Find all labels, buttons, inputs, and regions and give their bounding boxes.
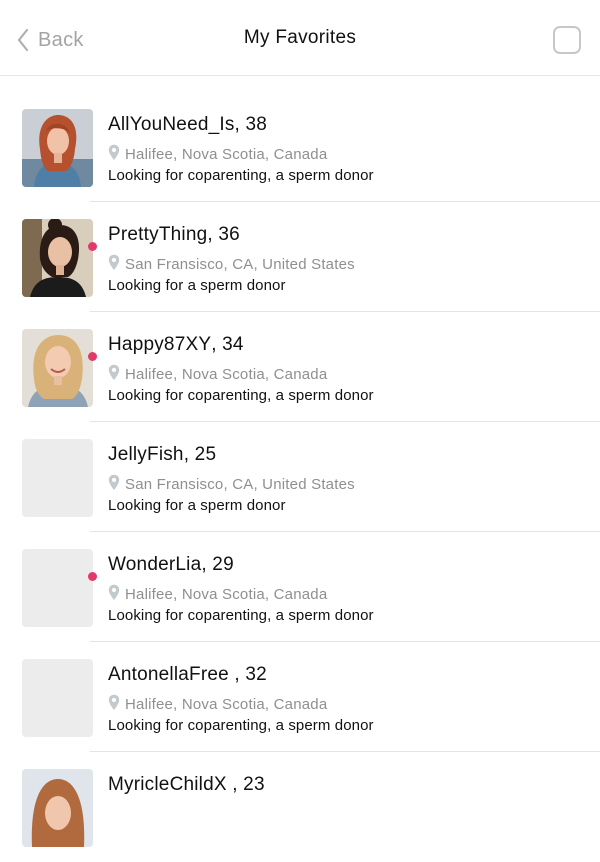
avatar-placeholder [22,659,93,737]
name-age-line: WonderLia, 29 [108,554,234,576]
name-age-line: AntonellaFree , 32 [108,664,267,686]
online-status-dot [88,352,97,361]
location-text: Halifee, Nova Scotia, Canada [125,365,328,383]
favorite-list-item[interactable]: PrettyThing, 36 San Fransisco, CA, United… [0,202,600,312]
location-line: San Fransisco, CA, United States [108,474,355,494]
map-pin-icon [108,584,125,605]
map-pin-icon [108,254,125,275]
age: , 25 [183,444,217,465]
looking-for-text: Looking for coparenting, a sperm donor [108,717,374,734]
username: PrettyThing [108,224,208,245]
looking-for-text: Looking for coparenting, a sperm donor [108,387,374,404]
avatar [22,329,93,407]
checkbox-icon[interactable] [553,26,581,54]
username: AllYouNeed_Is [108,114,235,135]
location-line: Halifee, Nova Scotia, Canada [108,694,327,714]
favorite-list-item[interactable]: MyricleChildX , 23 [0,752,600,862]
name-age-line: Happy87XY, 34 [108,334,244,356]
favorite-list-item[interactable]: AntonellaFree , 32 Halifee, Nova Scotia, … [0,642,600,752]
map-pin-icon [108,694,125,715]
username: AntonellaFree [108,664,229,685]
online-status-dot [88,572,97,581]
location-text: Halifee, Nova Scotia, Canada [125,145,328,163]
age: , 32 [228,664,267,685]
username: JellyFish [108,444,184,465]
avatar [22,769,93,847]
location-text: Halifee, Nova Scotia, Canada [125,695,328,713]
avatar-placeholder [22,439,93,517]
age: , 38 [234,114,268,135]
favorite-list-item[interactable]: WonderLia, 29 Halifee, Nova Scotia, Canad… [0,532,600,642]
looking-for-text: Looking for a sperm donor [108,497,286,514]
map-pin-icon [108,364,125,385]
looking-for-text: Looking for coparenting, a sperm donor [108,167,374,184]
avatar [22,109,93,187]
age: , 23 [226,774,265,795]
looking-for-text: Looking for coparenting, a sperm donor [108,607,374,624]
username: MyricleChildX [108,774,227,795]
name-age-line: PrettyThing, 36 [108,224,240,246]
map-pin-icon [108,144,125,165]
username: WonderLia [108,554,202,575]
location-line: San Fransisco, CA, United States [108,254,355,274]
name-age-line: MyricleChildX , 23 [108,774,265,796]
favorite-list-item[interactable]: JellyFish, 25 San Fransisco, CA, United S… [0,422,600,532]
location-text: San Fransisco, CA, United States [125,255,355,273]
avatar [22,219,93,297]
location-text: Halifee, Nova Scotia, Canada [125,585,328,603]
page-title: My Favorites [243,27,357,48]
online-status-dot [88,242,97,251]
avatar-placeholder [22,549,93,627]
favorite-list-item[interactable]: Happy87XY, 34 Halifee, Nova Scotia, Canad… [0,312,600,422]
looking-for-text: Looking for a sperm donor [108,277,286,294]
location-line: Halifee, Nova Scotia, Canada [108,364,327,384]
location-line: Halifee, Nova Scotia, Canada [108,584,327,604]
age: , 36 [207,224,240,245]
top-nav-bar: Back My Favorites [0,0,600,76]
location-text: San Fransisco, CA, United States [125,475,355,493]
username: Happy87XY [108,334,212,355]
favorite-list-item[interactable]: AllYouNeed_Is, 38 Halifee, Nova Scotia, C… [0,92,600,202]
name-age-line: AllYouNeed_Is, 38 [108,114,267,136]
age: , 29 [201,554,234,575]
name-age-line: JellyFish, 25 [108,444,216,466]
map-pin-icon [108,474,125,495]
location-line: Halifee, Nova Scotia, Canada [108,144,327,164]
age: , 34 [211,334,244,355]
